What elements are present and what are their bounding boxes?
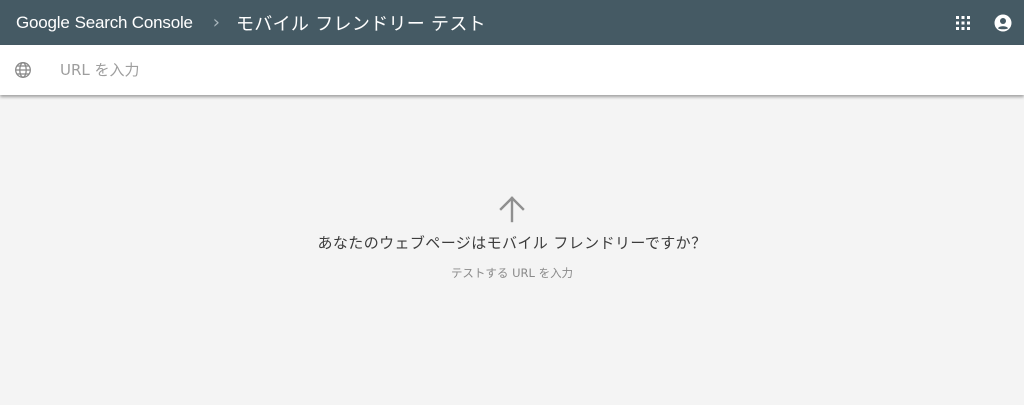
empty-state: あなたのウェブページはモバイル フレンドリーですか？ テストする URL を入力 xyxy=(0,96,1024,405)
account-icon[interactable] xyxy=(994,14,1012,32)
url-input[interactable] xyxy=(58,54,962,86)
logo-google-text: Google xyxy=(16,12,70,32)
url-bar xyxy=(0,45,1024,95)
arrow-up-icon xyxy=(499,196,525,223)
app-header: Google Search Console › モバイル フレンドリー テスト xyxy=(0,0,1024,45)
product-logo[interactable]: Google Search Console xyxy=(16,13,193,33)
empty-state-question: あなたのウェブページはモバイル フレンドリーですか？ xyxy=(317,234,707,252)
globe-icon xyxy=(14,61,32,79)
apps-grid-icon[interactable] xyxy=(954,14,972,32)
page-title: モバイル フレンドリー テスト xyxy=(236,13,486,35)
logo-product-text: Search Console xyxy=(74,12,193,32)
header-actions xyxy=(954,14,1012,32)
empty-state-hint: テストする URL を入力 xyxy=(450,266,574,280)
breadcrumb-separator: › xyxy=(212,12,220,33)
